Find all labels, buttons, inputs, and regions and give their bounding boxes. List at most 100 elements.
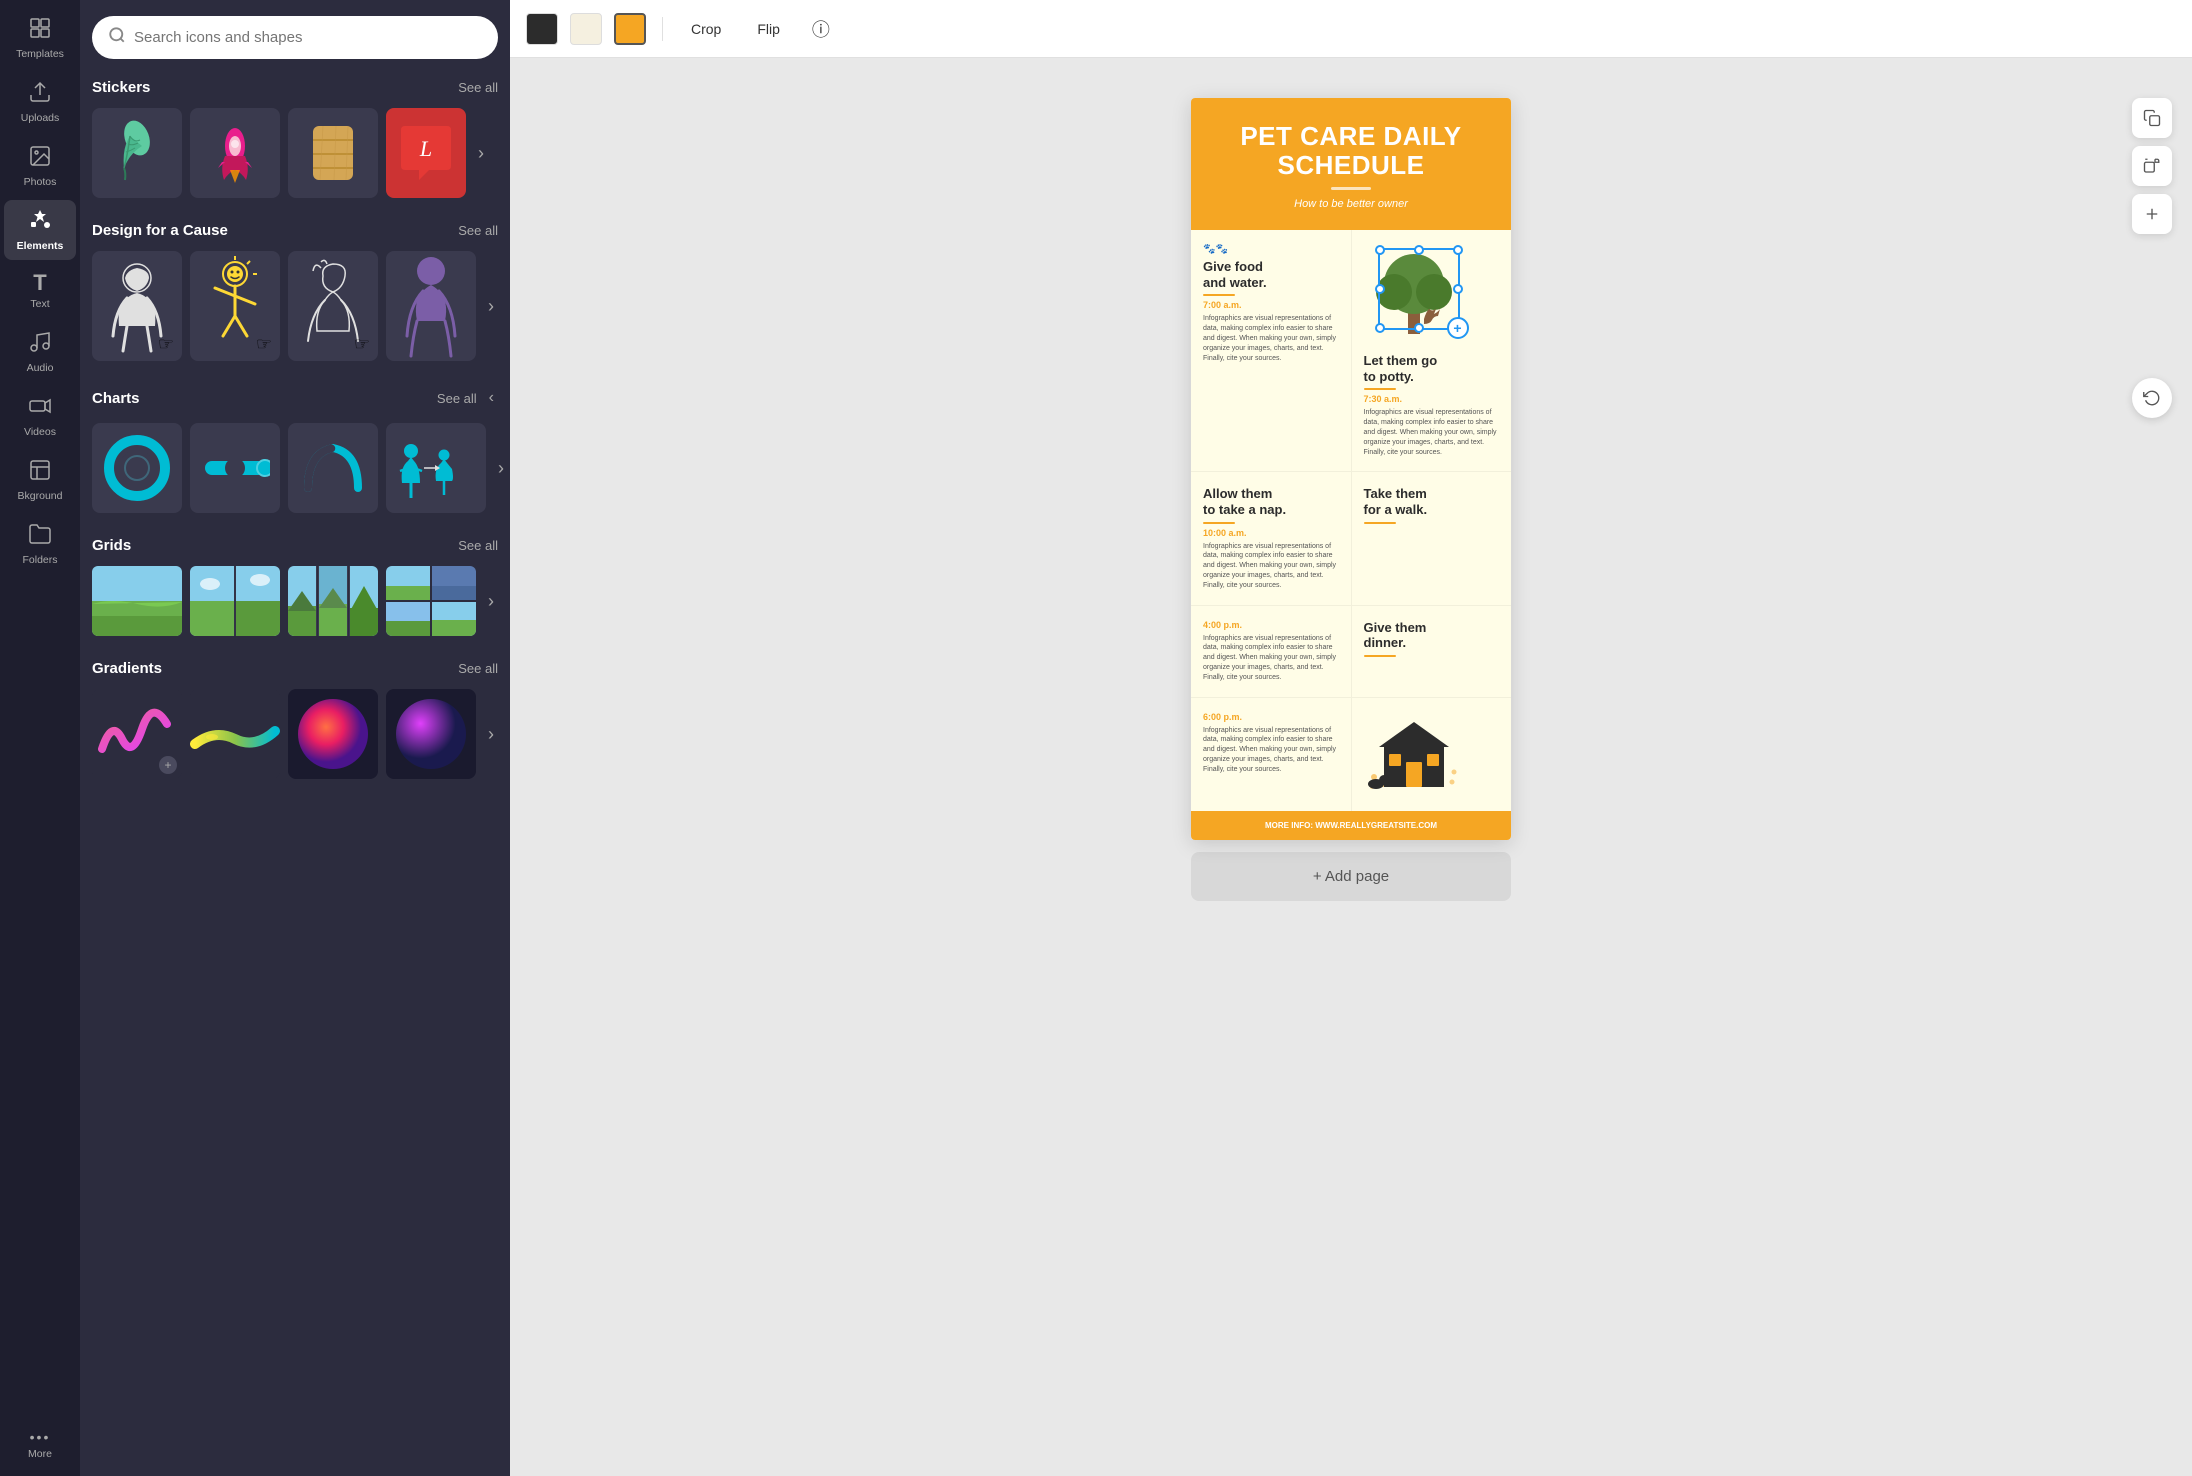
gradient-add-1[interactable]: + bbox=[159, 756, 177, 774]
color-swatch-dark[interactable] bbox=[526, 13, 558, 45]
grids-see-all[interactable]: See all bbox=[458, 538, 498, 553]
handle-ml[interactable] bbox=[1375, 284, 1385, 294]
stickers-see-all[interactable]: See all bbox=[458, 80, 498, 95]
templates-label: Templates bbox=[16, 48, 64, 60]
search-input[interactable] bbox=[134, 29, 482, 46]
color-swatch-cream[interactable] bbox=[570, 13, 602, 45]
charts-grid: › bbox=[92, 423, 498, 513]
grids-grid: › bbox=[92, 566, 498, 636]
sticker-rocket[interactable] bbox=[190, 108, 280, 198]
charts-collapse[interactable]: ‹ bbox=[485, 385, 498, 411]
videos-icon bbox=[28, 394, 52, 422]
handle-bm[interactable] bbox=[1414, 323, 1424, 333]
design-card-container: PET CARE DAILY SCHEDULE How to be better… bbox=[1191, 98, 1511, 901]
poster-desc-food: Infographics are visual representations … bbox=[1203, 314, 1339, 363]
charts-section-header: Charts See all ‹ bbox=[92, 385, 498, 411]
gradient-item-3[interactable] bbox=[288, 689, 378, 779]
design-cause-section-header: Design for a Cause See all bbox=[92, 222, 498, 239]
design-item-3[interactable]: ☞ bbox=[288, 251, 378, 361]
poster-col-left-1: 🐾🐾 Give foodand water. 7:00 a.m. Infogra… bbox=[1191, 230, 1351, 471]
gradient-item-2[interactable] bbox=[190, 689, 280, 779]
sticker-wood[interactable] bbox=[288, 108, 378, 198]
charts-scroll-right[interactable]: › bbox=[494, 454, 508, 483]
info-button[interactable]: ⓘ bbox=[804, 12, 838, 46]
sidebar-item-audio[interactable]: Audio bbox=[4, 322, 76, 382]
color-swatch-orange[interactable] bbox=[614, 13, 646, 45]
chart-people[interactable] bbox=[386, 423, 486, 513]
design-cause-see-all[interactable]: See all bbox=[458, 223, 498, 238]
sticker-letter[interactable]: L bbox=[386, 108, 466, 198]
chart-donut[interactable] bbox=[92, 423, 182, 513]
add-page-toolbar-button[interactable] bbox=[2132, 194, 2172, 234]
rotate-button[interactable] bbox=[2132, 378, 2172, 418]
poster-row-3: 4:00 p.m. Infographics are visual repres… bbox=[1191, 606, 1511, 698]
sidebar-nav: Templates Uploads Photos bbox=[0, 0, 80, 1476]
sticker-leaf[interactable] bbox=[92, 108, 182, 198]
canvas-workspace[interactable]: PET CARE DAILY SCHEDULE How to be better… bbox=[510, 58, 2192, 1476]
search-icon bbox=[108, 26, 126, 49]
poster-footer-text: MORE INFO: WWW.REALLYGREATSITE.COM bbox=[1265, 821, 1437, 830]
more-label: More bbox=[28, 1448, 52, 1460]
design-item-1[interactable]: ☞ bbox=[92, 251, 182, 361]
poster-time-nap: 10:00 a.m. bbox=[1203, 528, 1339, 538]
grid-item-1[interactable] bbox=[92, 566, 182, 636]
stickers-scroll-right[interactable]: › bbox=[474, 139, 488, 168]
sidebar-item-background[interactable]: Bkground bbox=[4, 450, 76, 510]
chart-progress[interactable] bbox=[190, 423, 280, 513]
poster-desc-potty: Infographics are visual representations … bbox=[1364, 408, 1500, 457]
sidebar-item-folders[interactable]: Folders bbox=[4, 514, 76, 574]
grid-item-2[interactable] bbox=[190, 566, 280, 636]
gradient-item-1[interactable]: + bbox=[92, 689, 182, 779]
poster-title: PET CARE DAILY SCHEDULE bbox=[1211, 122, 1491, 179]
chart-arc[interactable] bbox=[288, 423, 378, 513]
design-item-4[interactable] bbox=[386, 251, 476, 361]
poster-section-title-walk: Take themfor a walk. bbox=[1364, 486, 1500, 517]
templates-icon bbox=[28, 16, 52, 44]
poster-section-title-food: Give foodand water. bbox=[1203, 259, 1339, 290]
charts-see-all[interactable]: See all bbox=[437, 391, 477, 406]
duplicate-button[interactable] bbox=[2132, 146, 2172, 186]
handle-tr[interactable] bbox=[1453, 245, 1463, 255]
elements-label: Elements bbox=[17, 240, 64, 252]
poster-col-left-3: 4:00 p.m. Infographics are visual repres… bbox=[1191, 606, 1351, 697]
design-cause-scroll-right[interactable]: › bbox=[484, 292, 498, 321]
add-element-button[interactable]: + bbox=[1447, 317, 1469, 339]
flip-button[interactable]: Flip bbox=[745, 15, 792, 43]
search-bar bbox=[92, 16, 498, 59]
pointer-hand-1: ☞ bbox=[158, 334, 174, 355]
sidebar-item-more[interactable]: ••• More bbox=[4, 1422, 76, 1468]
gradients-section-header: Gradients See all bbox=[92, 660, 498, 677]
more-icon: ••• bbox=[30, 1430, 51, 1444]
uploads-icon bbox=[28, 80, 52, 108]
grid-item-3[interactable] bbox=[288, 566, 378, 636]
background-icon bbox=[28, 458, 52, 486]
gradients-scroll-right[interactable]: › bbox=[484, 720, 498, 749]
sidebar-item-videos[interactable]: Videos bbox=[4, 386, 76, 446]
sidebar-item-uploads[interactable]: Uploads bbox=[4, 72, 76, 132]
add-page-button[interactable]: + Add page bbox=[1191, 852, 1511, 901]
sidebar-item-text[interactable]: T Text bbox=[4, 264, 76, 318]
sidebar-item-photos[interactable]: Photos bbox=[4, 136, 76, 196]
sidebar-item-templates[interactable]: Templates bbox=[4, 8, 76, 68]
grids-scroll-right[interactable]: › bbox=[484, 587, 498, 616]
poster-col-right-3: Give themdinner. bbox=[1351, 606, 1512, 697]
handle-tl[interactable] bbox=[1375, 245, 1385, 255]
poster-col-right-4 bbox=[1351, 698, 1512, 811]
poster-section-title-nap: Allow themto take a nap. bbox=[1203, 486, 1339, 517]
canvas-area: Crop Flip ⓘ bbox=[510, 0, 2192, 1476]
poster-col-right-1: + Let them goto potty. 7:30 a.m. Infogra… bbox=[1351, 230, 1512, 471]
crop-button[interactable]: Crop bbox=[679, 15, 733, 43]
handle-tm[interactable] bbox=[1414, 245, 1424, 255]
poster-col-left-2: Allow themto take a nap. 10:00 a.m. Info… bbox=[1191, 472, 1351, 604]
copy-page-button[interactable] bbox=[2132, 98, 2172, 138]
sidebar-item-elements[interactable]: Elements bbox=[4, 200, 76, 260]
grid-item-4[interactable] bbox=[386, 566, 476, 636]
design-item-2[interactable]: ☞ bbox=[190, 251, 280, 361]
handle-mr[interactable] bbox=[1453, 284, 1463, 294]
svg-text:L: L bbox=[419, 136, 432, 161]
poster-design-card[interactable]: PET CARE DAILY SCHEDULE How to be better… bbox=[1191, 98, 1511, 840]
handle-bl[interactable] bbox=[1375, 323, 1385, 333]
gradients-see-all[interactable]: See all bbox=[458, 661, 498, 676]
pointer-hand-3: ☞ bbox=[354, 334, 370, 355]
gradient-item-4[interactable] bbox=[386, 689, 476, 779]
